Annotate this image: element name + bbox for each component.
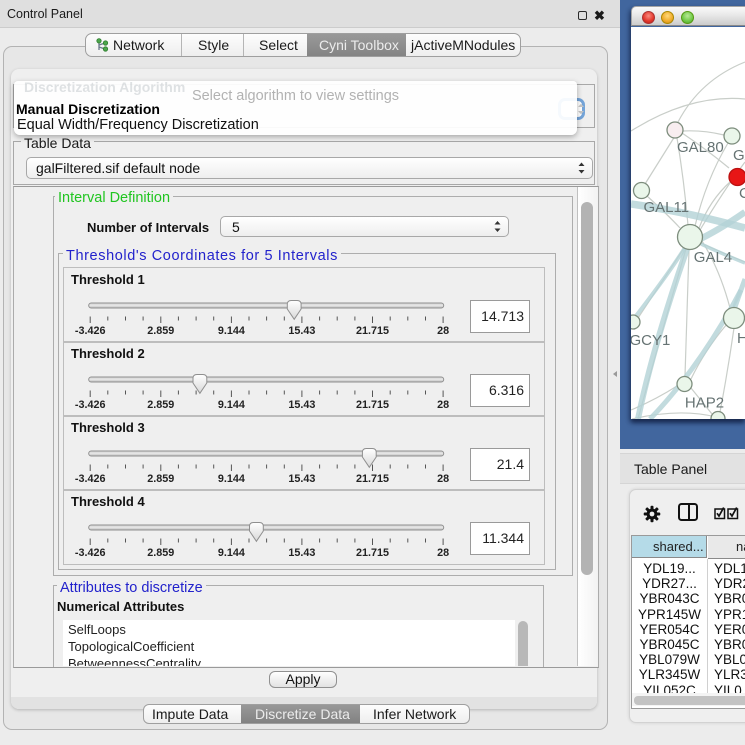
svg-text:C: C (739, 185, 745, 202)
svg-text:GAL11: GAL11 (644, 199, 690, 216)
svg-text:H: H (737, 330, 745, 347)
svg-text:GAL80: GAL80 (677, 139, 724, 156)
svg-text:GCY1: GCY1 (631, 332, 670, 349)
svg-text:HAP2: HAP2 (685, 395, 724, 412)
svg-text:GAL4: GAL4 (694, 249, 732, 266)
svg-text:GA: GA (733, 147, 745, 164)
